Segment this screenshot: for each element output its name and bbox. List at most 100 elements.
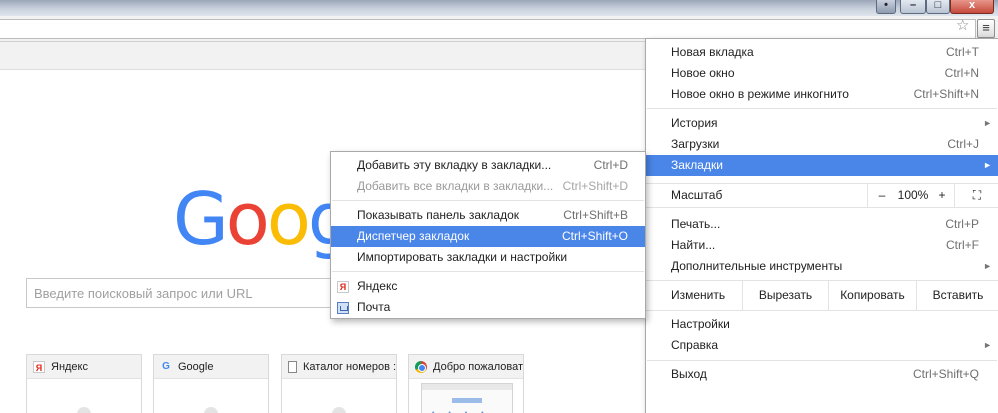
menu-item-new-window[interactable]: Новое окно Ctrl+N	[646, 63, 998, 84]
menu-item-label: Новая вкладка	[671, 45, 754, 59]
chrome-icon	[415, 360, 427, 373]
logo-letter: o	[225, 177, 270, 261]
menu-item-label: Печать...	[671, 217, 721, 231]
tile-header: Каталог номеров : К	[282, 355, 396, 379]
edit-label: Изменить	[671, 288, 726, 302]
tile-thumbnail: • • • •	[421, 383, 513, 413]
bookmark-star-icon[interactable]: ☆	[956, 17, 969, 35]
menu-item-bookmarks[interactable]: Закладки ►	[646, 155, 998, 176]
menu-item-new-tab[interactable]: Новая вкладка Ctrl+T	[646, 42, 998, 63]
search-box[interactable]	[26, 278, 346, 308]
menu-item-exit[interactable]: Выход Ctrl+Shift+Q	[646, 364, 998, 385]
submenu-arrow-icon: ►	[983, 160, 992, 170]
submenu-arrow-icon: ►	[983, 261, 992, 271]
mail-icon	[337, 302, 349, 314]
chrome-main-menu: Новая вкладка Ctrl+T Новое окно Ctrl+N Н…	[645, 38, 998, 413]
chrome-menu-button[interactable]: ≡	[977, 19, 995, 38]
menu-item-shortcut: Ctrl+T	[946, 45, 979, 59]
window-title-bar: • – □ x	[0, 0, 998, 16]
menu-item-help[interactable]: Справка ►	[646, 335, 998, 356]
menu-item-label: Импортировать закладки и настройки	[357, 250, 568, 264]
copy-button[interactable]: Копировать	[828, 281, 916, 310]
zoom-row: Масштаб – 100% + ⛶	[646, 183, 998, 208]
google-icon: G	[162, 360, 170, 372]
search-input[interactable]	[27, 279, 345, 307]
most-visited-tile-yandex[interactable]: Я Яндекс	[26, 354, 142, 413]
bookmark-yandex[interactable]: Я Яндекс	[331, 276, 645, 297]
tile-header: Я Яндекс	[27, 355, 141, 379]
logo-letter: G	[173, 177, 229, 261]
menu-separator	[647, 360, 997, 361]
menu-item-shortcut: Ctrl+Shift+O	[561, 229, 628, 243]
menu-item-shortcut: Ctrl+Shift+N	[913, 87, 979, 101]
zoom-label: Масштаб	[671, 188, 723, 202]
submenu-arrow-icon: ►	[983, 340, 992, 350]
most-visited-tile-google[interactable]: G Google	[153, 354, 269, 413]
profile-button[interactable]: •	[876, 0, 896, 14]
menu-item-label: Найти...	[671, 238, 716, 252]
menu-item-label: Добавить эту вкладку в закладки...	[357, 158, 552, 172]
menu-item-shortcut: Ctrl+Shift+Q	[912, 367, 979, 381]
menu-item-shortcut: Ctrl+P	[945, 217, 979, 231]
menu-item-history[interactable]: История ►	[646, 113, 998, 134]
minimize-button[interactable]: –	[900, 0, 926, 14]
logo-letter: o	[266, 177, 311, 261]
menu-item-label: Новое окно	[671, 66, 735, 80]
menu-separator	[332, 271, 644, 272]
menu-separator	[332, 200, 644, 201]
menu-item-label: Выход	[671, 367, 707, 381]
tile-thumbnail	[204, 407, 218, 413]
menu-item-shortcut: Ctrl+Shift+B	[563, 208, 628, 222]
menu-separator	[647, 108, 997, 109]
fullscreen-icon[interactable]: ⛶	[954, 184, 998, 207]
address-bar[interactable]	[0, 19, 976, 39]
most-visited-tile-catalog[interactable]: Каталог номеров : К	[281, 354, 397, 413]
bookmarks-submenu: Добавить эту вкладку в закладки... Ctrl+…	[330, 151, 646, 319]
menu-item-shortcut: Ctrl+J	[947, 137, 979, 151]
edit-row: Изменить Вырезать Копировать Вставить	[646, 280, 998, 311]
menu-item-label: Дополнительные инструменты	[671, 259, 843, 273]
menu-item-label: Показывать панель закладок	[357, 208, 520, 222]
zoom-in-button[interactable]: +	[930, 184, 954, 207]
menu-item-more-tools[interactable]: Дополнительные инструменты ►	[646, 256, 998, 277]
menu-item-label: Почта	[357, 300, 391, 314]
menu-item-shortcut: Ctrl+N	[944, 66, 979, 80]
tile-title: Каталог номеров : К	[303, 360, 396, 373]
maximize-button[interactable]: □	[926, 0, 950, 14]
submenu-item-bookmark-manager[interactable]: Диспетчер закладок Ctrl+Shift+O	[331, 226, 645, 247]
most-visited-tile-welcome[interactable]: Добро пожаловать в • • • •	[408, 354, 524, 413]
tile-header: Добро пожаловать в	[409, 355, 523, 379]
submenu-item-import[interactable]: Импортировать закладки и настройки	[331, 247, 645, 268]
menu-item-label: Закладки	[671, 158, 723, 172]
submenu-item-show-bookmarks-bar[interactable]: Показывать панель закладок Ctrl+Shift+B	[331, 205, 645, 226]
menu-item-label: Добавить все вкладки в закладки...	[357, 179, 554, 193]
menu-item-incognito[interactable]: Новое окно в режиме инкогнито Ctrl+Shift…	[646, 84, 998, 105]
menu-item-label: Новое окно в режиме инкогнито	[671, 87, 849, 101]
menu-item-shortcut: Ctrl+F	[946, 238, 979, 252]
close-window-button[interactable]: x	[950, 0, 994, 14]
menu-item-shortcut: Ctrl+Shift+D	[562, 179, 628, 193]
bookmark-mail[interactable]: Почта	[331, 297, 645, 318]
submenu-item-add-bookmark[interactable]: Добавить эту вкладку в закладки... Ctrl+…	[331, 155, 645, 176]
menu-item-settings[interactable]: Настройки	[646, 314, 998, 335]
zoom-level: 100%	[897, 188, 929, 202]
menu-item-downloads[interactable]: Загрузки Ctrl+J	[646, 134, 998, 155]
paste-button[interactable]: Вставить	[916, 281, 998, 310]
menu-item-shortcut: Ctrl+D	[593, 158, 628, 172]
menu-item-label: Загрузки	[671, 137, 720, 151]
tile-title: Добро пожаловать в	[433, 360, 523, 373]
zoom-out-button[interactable]: –	[867, 184, 896, 207]
submenu-item-add-all-bookmarks: Добавить все вкладки в закладки... Ctrl+…	[331, 176, 645, 197]
tile-thumbnail	[332, 407, 346, 413]
yandex-icon: Я	[337, 281, 349, 293]
tile-thumbnail	[77, 407, 91, 413]
menu-item-print[interactable]: Печать... Ctrl+P	[646, 214, 998, 235]
menu-item-label: Яндекс	[357, 279, 398, 293]
cut-button[interactable]: Вырезать	[742, 281, 828, 310]
document-icon	[288, 360, 297, 373]
yandex-icon: Я	[33, 360, 45, 373]
menu-item-label: Настройки	[671, 317, 730, 331]
menu-item-find[interactable]: Найти... Ctrl+F	[646, 235, 998, 256]
menu-item-label: Справка	[671, 338, 719, 352]
menu-item-label: История	[671, 116, 718, 130]
